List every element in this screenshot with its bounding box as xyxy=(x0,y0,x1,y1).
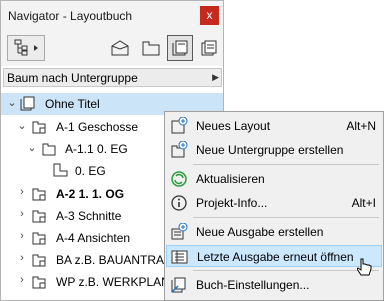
menu-item-label: Aktualisieren xyxy=(196,172,265,186)
project-map-icon xyxy=(111,40,129,56)
dropdown-value: Baum nach Untergruppe xyxy=(7,71,138,85)
layout-book-icon xyxy=(172,40,188,56)
tree-item-label: BA z.B. BAUANTRAG xyxy=(56,253,174,267)
layout-book-button[interactable] xyxy=(167,35,193,61)
tree-item-label: 0. EG xyxy=(75,164,106,178)
menu-item-shortcut: Alt+I xyxy=(351,196,376,210)
view-mode-dropdown[interactable]: Baum nach Untergruppe ▶ xyxy=(3,68,222,87)
layout-book-icon xyxy=(20,96,35,111)
menu-item-label: Neue Ausgabe erstellen xyxy=(196,225,324,239)
tree-item-label: A-1 Geschosse xyxy=(56,120,139,134)
expand-chevron-icon[interactable]: › xyxy=(17,186,27,198)
navigator-menu-button[interactable] xyxy=(7,35,45,61)
subset-folder-icon xyxy=(32,232,46,245)
mouse-cursor-icon xyxy=(357,258,372,276)
tree-item-label: A-4 Ansichten xyxy=(56,231,131,245)
expand-chevron-icon[interactable]: › xyxy=(17,274,27,286)
info-icon xyxy=(171,195,187,211)
subset-folder-icon xyxy=(32,188,46,201)
subset-folder-icon xyxy=(32,121,46,134)
menu-item-new-layout[interactable]: Neues Layout Alt+N xyxy=(166,115,382,137)
subset-folder-icon xyxy=(32,254,46,267)
tree-item-label: A-3 Schnitte xyxy=(56,209,122,223)
expand-chevron-icon[interactable]: › xyxy=(17,208,27,220)
view-map-button[interactable] xyxy=(138,35,164,61)
reopen-issue-icon xyxy=(171,250,188,264)
tree-item-label: A-2 1. 1. OG xyxy=(56,187,125,201)
menu-item-refresh[interactable]: Aktualisieren xyxy=(166,168,382,190)
subset-folder-icon xyxy=(42,143,56,156)
menu-item-new-issue[interactable]: Neue Ausgabe erstellen xyxy=(166,221,382,243)
subset-folder-icon xyxy=(32,276,46,289)
book-settings-icon xyxy=(171,277,186,293)
publisher-sets-button[interactable] xyxy=(196,35,222,61)
publisher-sets-icon xyxy=(201,40,217,56)
title-bar[interactable]: Navigator - Layoutbuch x xyxy=(1,1,223,30)
menu-item-label: Letzte Ausgabe erneut öffnen xyxy=(197,250,354,264)
menu-item-label: Projekt-Info... xyxy=(196,196,268,210)
menu-item-reopen-last-issue[interactable]: Letzte Ausgabe erneut öffnen xyxy=(166,245,382,267)
layout-sheet-icon xyxy=(53,163,68,177)
new-issue-icon xyxy=(171,223,188,240)
menu-item-shortcut: Alt+N xyxy=(346,119,376,133)
expand-chevron-icon[interactable]: ⌄ xyxy=(27,141,37,154)
window-title: Navigator - Layoutbuch xyxy=(8,9,133,23)
menu-item-label: Neues Layout xyxy=(196,119,271,133)
dropdown-arrow-icon: ▶ xyxy=(212,72,219,82)
menu-separator xyxy=(193,270,379,271)
view-map-icon xyxy=(142,41,160,56)
tree-options-icon xyxy=(14,39,38,56)
expand-chevron-icon[interactable]: ⌄ xyxy=(7,96,17,109)
menu-item-book-settings[interactable]: Buch-Einstellungen... xyxy=(166,274,382,296)
menu-item-new-subset[interactable]: Neue Untergruppe erstellen xyxy=(166,139,382,161)
tree-item-label: Ohne Titel xyxy=(45,97,100,111)
tree-item-label: A-1.1 0. EG xyxy=(65,142,128,156)
new-subset-icon xyxy=(171,141,188,158)
menu-item-project-info[interactable]: Projekt-Info... Alt+I xyxy=(166,192,382,214)
expand-chevron-icon[interactable]: › xyxy=(17,252,27,264)
expand-chevron-icon[interactable]: ⌄ xyxy=(17,119,27,132)
menu-separator xyxy=(193,217,379,218)
close-button[interactable]: x xyxy=(200,6,219,25)
expand-chevron-icon[interactable]: › xyxy=(17,230,27,242)
project-map-button[interactable] xyxy=(107,35,133,61)
subset-folder-icon xyxy=(32,210,46,223)
menu-separator xyxy=(193,164,379,165)
refresh-icon xyxy=(171,171,187,187)
menu-item-label: Neue Untergruppe erstellen xyxy=(196,143,344,157)
navigator-toolbar xyxy=(1,30,223,66)
context-menu: Neues Layout Alt+N Neue Untergruppe erst… xyxy=(164,111,384,301)
new-layout-icon xyxy=(171,117,188,134)
menu-item-label: Buch-Einstellungen... xyxy=(196,278,310,292)
